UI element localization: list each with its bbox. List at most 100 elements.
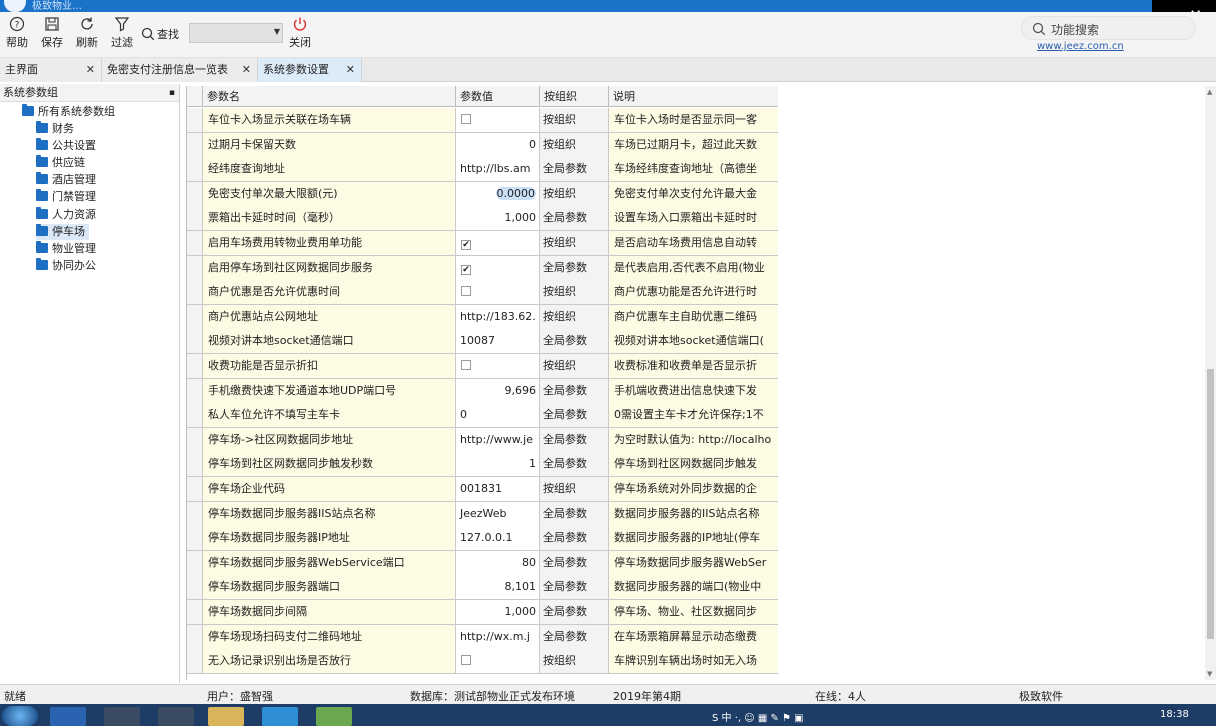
taskbar-app-icon[interactable] <box>50 707 86 726</box>
start-button-icon[interactable] <box>2 706 38 726</box>
param-name-cell[interactable]: 停车场->社区网数据同步地址 <box>203 427 456 452</box>
param-org-cell[interactable]: 全局参数 <box>540 575 609 600</box>
checkbox-icon[interactable] <box>461 360 471 370</box>
taskbar-recorder-icon[interactable] <box>158 707 194 726</box>
param-org-cell[interactable]: 全局参数 <box>540 378 609 403</box>
row-indicator[interactable] <box>187 550 203 575</box>
param-value-cell[interactable]: ✔ <box>456 231 540 255</box>
param-value-cell[interactable]: 1,000 <box>456 600 540 624</box>
row-indicator[interactable] <box>187 255 203 280</box>
param-name-cell[interactable]: 停车场企业代码 <box>203 477 456 501</box>
param-org-cell[interactable]: 全局参数 <box>540 452 609 477</box>
param-org-cell[interactable]: 全局参数 <box>540 206 609 231</box>
param-name-cell[interactable]: 停车场数据同步间隔 <box>203 600 456 624</box>
taskbar-browser-icon[interactable] <box>262 707 298 726</box>
table-row[interactable]: 无入场记录识别出场是否放行 按组织 车牌识别车辆出场时如无入场 <box>187 649 778 674</box>
checkbox-icon[interactable] <box>461 655 471 666</box>
table-row[interactable]: 手机缴费快速下发通道本地UDP端口号 9,696 全局参数 手机端收费进出信息快速下发 <box>187 378 778 404</box>
table-row[interactable]: 商户优惠是否允许优惠时间 按组织 商户优惠功能是否允许进行时 <box>187 280 778 305</box>
param-value-cell[interactable]: 80 <box>456 550 540 575</box>
param-value-cell[interactable] <box>456 354 540 378</box>
param-desc-cell[interactable]: 0需设置主车卡才允许保存;1不 <box>609 403 778 428</box>
row-indicator[interactable] <box>187 181 203 206</box>
table-row[interactable]: 私人车位允许不填写主车卡 0 全局参数 0需设置主车卡才允许保存;1不 <box>187 403 778 428</box>
scroll-down-icon[interactable]: ▼ <box>1207 670 1212 678</box>
param-name-cell[interactable]: 启用停车场到社区网数据同步服务 <box>203 255 456 280</box>
param-desc-cell[interactable]: 车场经纬度查询地址（高德坐 <box>609 157 778 182</box>
scroll-thumb[interactable] <box>1207 369 1214 639</box>
param-desc-cell[interactable]: 是否启动车场费用信息自动转 <box>609 231 778 255</box>
param-name-cell[interactable]: 停车场到社区网数据同步触发秒数 <box>203 452 456 477</box>
pin-icon[interactable]: ▪ <box>169 84 175 102</box>
param-name-cell[interactable]: 停车场现场扫码支付二维码地址 <box>203 624 456 649</box>
find-combobox[interactable]: ▼ <box>189 23 283 43</box>
param-value-cell[interactable]: 9,696 <box>456 378 540 403</box>
vertical-scrollbar[interactable]: ▲ ▼ <box>1205 86 1216 680</box>
param-org-cell[interactable]: 全局参数 <box>540 403 609 428</box>
checkbox-checked-icon[interactable]: ✔ <box>461 240 471 250</box>
param-org-cell[interactable]: 按组织 <box>540 280 609 305</box>
param-value-cell[interactable] <box>456 649 540 674</box>
filter-button[interactable]: 过滤 <box>106 16 138 50</box>
param-org-cell[interactable]: 全局参数 <box>540 329 609 354</box>
col-header-name[interactable]: 参数名 <box>203 86 456 107</box>
table-row[interactable]: 商户优惠站点公网地址 http://183.62. 按组织 商户优惠车主自助优惠二维码 <box>187 304 778 330</box>
tree-item[interactable]: 人力资源 <box>36 206 100 223</box>
param-desc-cell[interactable]: 停车场、物业、社区数据同步 <box>609 600 778 624</box>
row-indicator[interactable] <box>187 403 203 428</box>
row-indicator[interactable] <box>187 231 203 255</box>
table-row[interactable]: 票箱出卡延时时间（毫秒） 1,000 全局参数 设置车场入口票箱出卡延时时 <box>187 206 778 231</box>
close-button[interactable]: 关闭 <box>284 16 316 50</box>
param-name-cell[interactable]: 收费功能是否显示折扣 <box>203 354 456 378</box>
param-name-cell[interactable]: 商户优惠站点公网地址 <box>203 304 456 329</box>
table-row[interactable]: 停车场到社区网数据同步触发秒数 1 全局参数 停车场到社区网数据同步触发 <box>187 452 778 477</box>
tree-item[interactable]: 财务 <box>36 121 78 137</box>
tab-main[interactable]: 主界面 ✕ <box>0 58 102 82</box>
param-desc-cell[interactable]: 数据同步服务器的IIS站点名称 <box>609 501 778 526</box>
row-indicator[interactable] <box>187 575 203 600</box>
row-indicator[interactable] <box>187 427 203 452</box>
row-indicator[interactable] <box>187 452 203 477</box>
param-name-cell[interactable]: 停车场数据同步服务器IP地址 <box>203 526 456 551</box>
tree-item[interactable]: 门禁管理 <box>36 189 100 205</box>
param-value-cell[interactable]: http://wx.m.j <box>456 624 540 649</box>
param-value-cell[interactable]: http://183.62. <box>456 304 540 329</box>
row-indicator[interactable] <box>187 329 203 354</box>
param-value-cell[interactable]: 0 <box>456 403 540 428</box>
tree-root[interactable]: 所有系统参数组 <box>22 104 115 120</box>
table-row[interactable]: 停车场数据同步服务器IP地址 127.0.0.1 全局参数 数据同步服务器的IP地址(… <box>187 526 778 551</box>
table-row[interactable]: 过期月卡保留天数 0 按组织 车场已过期月卡，超过此天数 <box>187 132 778 158</box>
taskbar-folder-icon[interactable] <box>208 707 244 726</box>
col-header-value[interactable]: 参数值 <box>456 86 540 107</box>
row-indicator[interactable] <box>187 477 203 501</box>
table-row[interactable]: 停车场企业代码 001831 按组织 停车场系统对外同步数据的企 <box>187 477 778 502</box>
save-button[interactable]: 保存 <box>36 16 68 50</box>
row-indicator[interactable] <box>187 108 203 132</box>
tab-close-icon[interactable]: ✕ <box>346 58 355 82</box>
param-value-cell[interactable]: ✔ <box>456 255 540 280</box>
row-indicator[interactable] <box>187 280 203 305</box>
param-name-cell[interactable]: 票箱出卡延时时间（毫秒） <box>203 206 456 231</box>
param-value-cell[interactable] <box>456 108 540 132</box>
param-desc-cell[interactable]: 停车场数据同步服务器WebSer <box>609 550 778 575</box>
param-org-cell[interactable]: 全局参数 <box>540 157 609 182</box>
param-value-cell[interactable]: 0.0000 <box>456 181 540 206</box>
table-row[interactable]: 视频对讲本地socket通信端口 10087 全局参数 视频对讲本地socket通信端… <box>187 329 778 354</box>
param-desc-cell[interactable]: 商户优惠功能是否允许进行时 <box>609 280 778 305</box>
taskbar-recorder-icon[interactable] <box>104 707 140 726</box>
param-name-cell[interactable]: 车位卡入场显示关联在场车辆 <box>203 108 456 132</box>
table-row[interactable]: 停车场数据同步服务器端口 8,101 全局参数 数据同步服务器的端口(物业中 <box>187 575 778 600</box>
param-desc-cell[interactable]: 数据同步服务器的IP地址(停车 <box>609 526 778 551</box>
param-desc-cell[interactable]: 在车场票箱屏幕显示动态缴费 <box>609 624 778 649</box>
tree-item[interactable]: 公共设置 <box>36 138 100 154</box>
row-indicator[interactable] <box>187 354 203 378</box>
row-indicator[interactable] <box>187 132 203 157</box>
param-org-cell[interactable]: 全局参数 <box>540 550 609 575</box>
param-value-cell[interactable]: 0 <box>456 132 540 157</box>
param-desc-cell[interactable]: 车场已过期月卡，超过此天数 <box>609 132 778 157</box>
param-value-cell[interactable]: 1,000 <box>456 206 540 231</box>
row-indicator[interactable] <box>187 526 203 551</box>
param-value-cell[interactable]: http://www.je <box>456 427 540 452</box>
table-row[interactable]: 停车场数据同步间隔 1,000 全局参数 停车场、物业、社区数据同步 <box>187 600 778 625</box>
dropdown-arrow-icon[interactable]: ▼ <box>274 27 280 36</box>
